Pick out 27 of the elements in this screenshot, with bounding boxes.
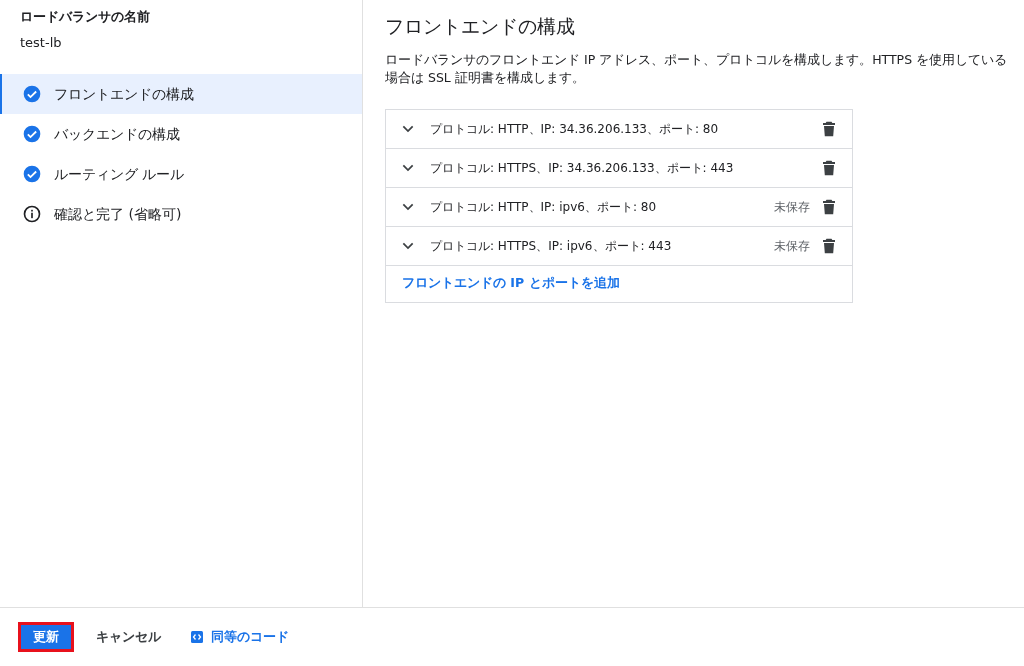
frontend-item: プロトコル: HTTP、IP: ipv6、ポート: 80	[430, 198, 656, 216]
field-label: ロードバランサの名前	[20, 8, 151, 26]
frontend-item: プロトコル: HTTPS、IP: 34.36.206.133、ポート: 443	[430, 159, 734, 177]
delete-icon[interactable]	[822, 198, 836, 215]
delete-icon[interactable]	[822, 159, 836, 176]
step-item[interactable]: ルーティング ルール	[0, 154, 362, 194]
step-item[interactable]: 確認と完了 (省略可)	[0, 194, 362, 234]
code-icon	[191, 631, 203, 643]
check-circle-icon	[22, 84, 42, 104]
cancel-button[interactable]: キャンセル	[88, 627, 169, 647]
check-circle-icon	[22, 124, 42, 144]
equivalent-code-link[interactable]: 同等のコード	[191, 627, 289, 647]
unsaved-label: 未保存	[774, 237, 810, 255]
step-item[interactable]: バックエンドの構成	[0, 114, 362, 154]
add-frontend-link[interactable]: フロントエンドの IP とポートを追加	[402, 274, 620, 293]
check-circle-icon	[22, 164, 42, 184]
step-item[interactable]: フロントエンドの構成	[0, 74, 362, 114]
frontend-item: プロトコル: HTTP、IP: 34.36.206.133、ポート: 80	[430, 120, 719, 138]
section-description: ロードバランサのフロントエンド IP アドレス、ポート、プロトコルを構成します。HTTPS を使用している場合は SSL 証明書を構成します。	[385, 50, 1009, 87]
delete-icon[interactable]	[822, 237, 836, 254]
section-title: フロントエンドの構成	[385, 14, 576, 39]
update-button[interactable]: 更新	[18, 622, 74, 652]
unsaved-label: 未保存	[774, 198, 810, 216]
info-icon	[22, 204, 42, 224]
frontend-item: プロトコル: HTTPS、IP: ipv6、ポート: 443	[430, 237, 672, 255]
delete-icon[interactable]	[822, 120, 836, 137]
field-value: test-lb	[20, 33, 63, 52]
